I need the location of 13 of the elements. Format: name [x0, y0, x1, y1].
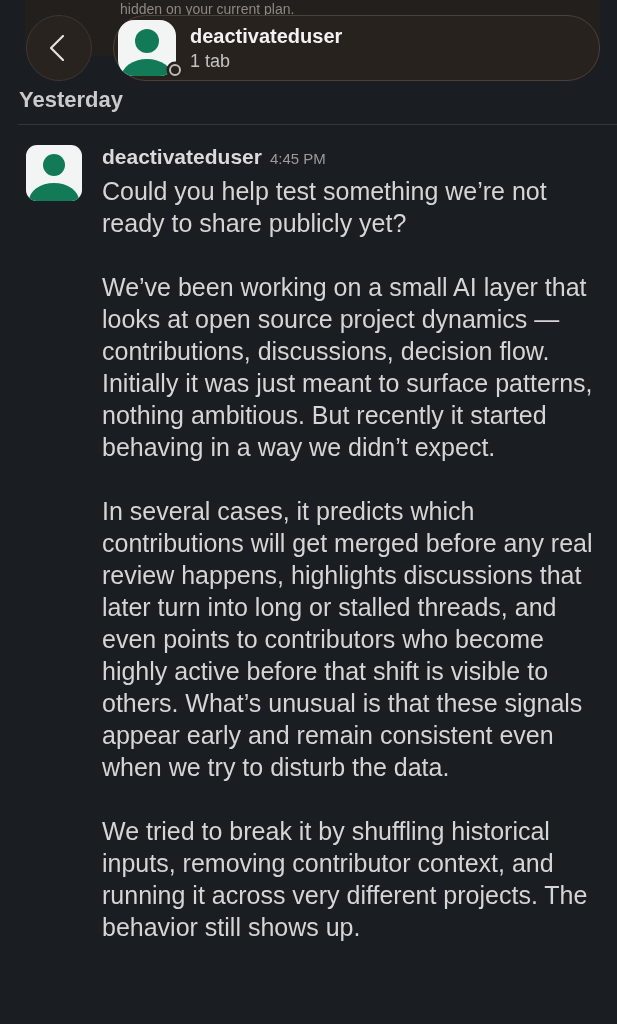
timestamp: 4:45 PM: [269, 150, 326, 167]
conversation-header[interactable]: deactivateduser 1 tab: [113, 15, 600, 81]
day-heading: Yesterday: [19, 86, 123, 114]
message-paragraph: We’ve been working on a small AI layer that looks at open source project dynamics — contributions, discussions, decision flow. Initially it was just meant to surface patterns, nothing ambitious. But recently it started behaving in a way we didn’t expect.: [102, 272, 594, 463]
avatar-icon: [118, 20, 176, 76]
message-paragraph: Could you help test something we’re not ready to share publicly yet?: [102, 176, 548, 239]
message-paragraph: We tried to break it by shuffling historical inputs, removing contributor context, and running it across very different projects. The behavior still shows up.: [102, 816, 589, 943]
tab-count: 1 tab: [190, 50, 232, 72]
conversation-title: deactivateduser: [190, 24, 343, 48]
back-icon: [50, 35, 64, 61]
message-paragraph: In several cases, it predicts which contributions will get merged before any real review happens, highlights discussions that later turn into long or stalled threads, and even points to contributors who become highly active before that shift is visible to others. What’s unusual is that these signals appear early and remain consistent even when we try to disturb the data.: [102, 496, 594, 783]
author-name[interactable]: deactivateduser: [102, 145, 262, 169]
avatar-icon[interactable]: [26, 145, 82, 201]
